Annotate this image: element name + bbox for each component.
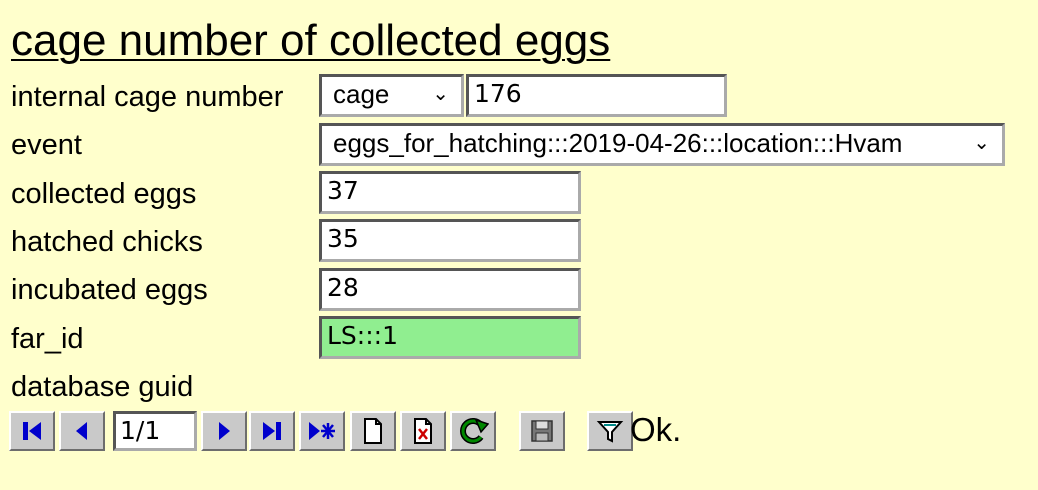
hatched-chicks-label: hatched chicks [11, 226, 203, 258]
event-selected: eggs_for_hatching:::2019-04-26:::locatio… [333, 128, 903, 158]
first-record-button[interactable] [9, 411, 55, 451]
collected-eggs-input[interactable]: 37 [319, 171, 581, 214]
refresh-icon [460, 418, 489, 444]
new-document-icon [364, 418, 382, 444]
far-id-label: far_id [11, 323, 84, 355]
save-button[interactable] [519, 411, 565, 451]
internal-cage-number-label: internal cage number [11, 81, 284, 113]
hatched-chicks-input[interactable]: 35 [319, 219, 581, 262]
record-position-input[interactable]: 1/1 [113, 411, 197, 451]
incubated-eggs-input[interactable]: 28 [319, 268, 581, 311]
cage-type-select[interactable]: cage ⌄ [319, 74, 464, 117]
cage-type-selected: cage [333, 79, 390, 109]
previous-record-button[interactable] [59, 411, 105, 451]
database-guid-label: database guid [11, 371, 194, 403]
filter-icon [596, 421, 624, 443]
far-id-input[interactable]: LS:::1 [319, 316, 581, 359]
chevron-down-icon: ⌄ [432, 83, 449, 105]
previous-record-icon [76, 422, 87, 440]
collected-eggs-label: collected eggs [11, 178, 197, 210]
page-title: cage number of collected eggs [11, 16, 611, 65]
delete-record-button[interactable] [400, 411, 446, 451]
new-record-icon [309, 422, 335, 440]
save-icon [531, 420, 553, 442]
last-record-button[interactable] [249, 411, 295, 451]
cage-number-input[interactable]: 176 [466, 74, 727, 117]
next-record-icon [219, 422, 230, 440]
event-label: event [11, 129, 82, 161]
filter-button[interactable] [587, 411, 633, 451]
delete-record-icon [414, 418, 432, 444]
first-record-icon [23, 422, 41, 440]
incubated-eggs-label: incubated eggs [11, 274, 208, 306]
chevron-down-icon: ⌄ [973, 132, 990, 154]
status-text: Ok. [630, 411, 682, 448]
refresh-button[interactable] [450, 411, 496, 451]
next-record-button[interactable] [201, 411, 247, 451]
event-select[interactable]: eggs_for_hatching:::2019-04-26:::locatio… [319, 123, 1005, 166]
new-record-button[interactable] [299, 411, 345, 451]
last-record-icon [263, 422, 281, 440]
new-document-button[interactable] [350, 411, 396, 451]
